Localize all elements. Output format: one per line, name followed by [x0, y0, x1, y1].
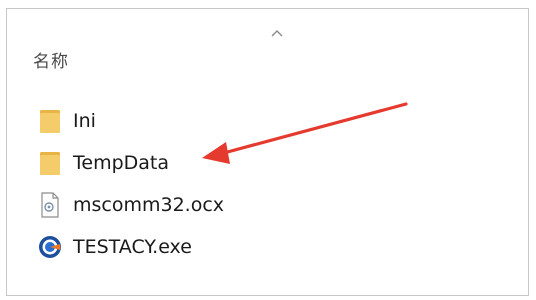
folder-icon: [37, 108, 63, 134]
file-name: TempData: [73, 151, 170, 174]
sort-ascending-icon[interactable]: [269, 27, 285, 39]
file-name: mscomm32.ocx: [73, 193, 225, 216]
list-item-ini[interactable]: Ini: [37, 105, 297, 136]
file-name: Ini: [73, 109, 96, 132]
exe-app-icon: [37, 234, 63, 260]
file-name: TESTACY.exe: [73, 235, 192, 258]
file-explorer-pane: 名称 Ini TempData mscomm32.ocx TESTACY.exe: [6, 8, 529, 296]
name-column-header[interactable]: 名称: [33, 47, 69, 72]
list-item-mscomm32[interactable]: mscomm32.ocx: [37, 189, 297, 220]
folder-icon: [37, 150, 63, 176]
ocx-file-icon: [37, 191, 63, 218]
file-list: Ini TempData mscomm32.ocx TESTACY.exe: [37, 105, 297, 273]
list-item-tempdata[interactable]: TempData: [37, 147, 297, 178]
list-item-testacy[interactable]: TESTACY.exe: [37, 231, 297, 262]
